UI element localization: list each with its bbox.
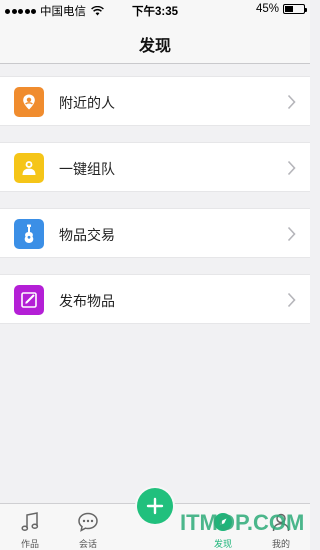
battery-fill <box>285 6 293 12</box>
chat-bubble-icon <box>78 512 98 532</box>
menu-item-publish-goods[interactable]: 发布物品 <box>0 274 310 324</box>
tab-label: 我的 <box>271 539 290 549</box>
tab-chat[interactable]: 会话 <box>63 504 113 550</box>
menu-item-label: 发布物品 <box>59 293 115 309</box>
watermark: ITMOP.COM <box>180 510 305 535</box>
status-bar: 中国电信 下午3:35 45% <box>0 0 310 20</box>
chevron-right-icon <box>287 160 296 176</box>
menu-item-nearby-people[interactable]: 附近的人 <box>0 76 310 126</box>
tab-label: 会话 <box>78 539 97 549</box>
tab-label: 作品 <box>20 539 39 549</box>
chevron-right-icon <box>287 226 296 242</box>
battery-icon <box>283 4 307 14</box>
menu-item-quick-team[interactable]: 一键组队 <box>0 142 310 192</box>
menu-item-label: 一键组队 <box>59 161 115 177</box>
music-note-icon <box>21 512 39 531</box>
edit-note-icon <box>14 285 44 315</box>
battery-percent: 45% <box>255 3 279 15</box>
chevron-right-icon <box>287 292 296 308</box>
guitar-icon <box>14 219 44 249</box>
menu-item-label: 物品交易 <box>59 227 115 243</box>
tab-works[interactable]: 作品 <box>5 504 55 550</box>
chevron-right-icon <box>287 94 296 110</box>
team-icon <box>14 153 44 183</box>
menu-item-goods-trade[interactable]: 物品交易 <box>0 208 310 258</box>
page-title: 发现 <box>138 38 171 55</box>
plus-icon <box>146 497 164 515</box>
location-pin-icon <box>14 87 44 117</box>
add-button[interactable] <box>137 488 173 524</box>
navigation-bar: 发现 <box>0 20 310 64</box>
tab-label: 发现 <box>213 539 232 549</box>
menu-item-label: 附近的人 <box>59 95 115 111</box>
status-right: 45% <box>255 3 307 15</box>
